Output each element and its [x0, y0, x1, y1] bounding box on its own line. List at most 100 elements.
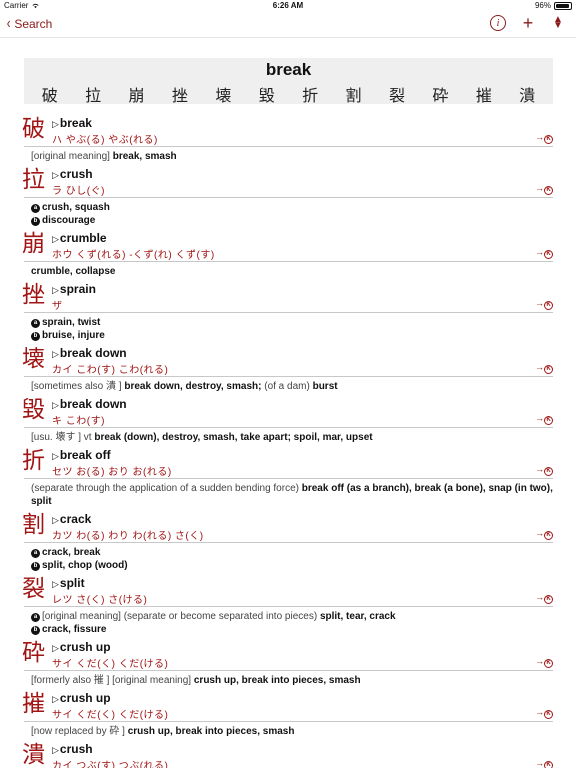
- entry-head: 壊 ▷break down カイ こわ(す) こわ(れる) → K: [22, 344, 553, 377]
- keyword-text: split: [59, 576, 85, 590]
- battery-icon: [554, 1, 572, 10]
- definition-line: a [original meaning] (separate or become …: [31, 610, 553, 623]
- k-circle-icon: K: [544, 467, 553, 476]
- kanji-index-item[interactable]: 拉: [85, 82, 101, 106]
- battery-percent: 96%: [534, 1, 551, 10]
- entry-definitions: [sometimes also 潰 ] break down, destroy,…: [24, 377, 553, 395]
- kanji-link-icon[interactable]: → K: [535, 132, 553, 144]
- back-button[interactable]: ‹ Search: [6, 16, 53, 32]
- entry-head: 摧 ▷crush up サイ くだ(く) くだ(ける) → K: [22, 689, 553, 722]
- definition-note: [formerly also 摧 ] [original meaning]: [31, 675, 192, 686]
- entry-definitions: a crush, squash b discourage: [24, 198, 553, 229]
- kanji-link-icon[interactable]: → K: [535, 247, 553, 259]
- kanji-entry[interactable]: 裂 ▷split レツ さ(く) さ(ける) → K a [original meaning…: [22, 574, 553, 638]
- kanji-index-item[interactable]: 砕: [432, 82, 448, 106]
- kanji-entry[interactable]: 潰 ▷crush カイ つぶ(す) つぶ(れる) → K: [22, 740, 553, 768]
- keyword-text: crumble: [59, 231, 107, 245]
- definition-note: [sometimes also 潰 ]: [31, 381, 122, 392]
- kanji-index-item[interactable]: 折: [302, 82, 318, 106]
- kanji-entry[interactable]: 拉 ▷crush ラ ひし(ぐ) → K a crush, squash b discourag…: [22, 165, 553, 229]
- kanji-link-icon[interactable]: → K: [535, 413, 553, 425]
- kanji-entry[interactable]: 折 ▷break off セツ お(る) おり お(れる) → K (separate t…: [22, 446, 553, 510]
- kanji-index-item[interactable]: 毀: [259, 82, 275, 106]
- kanji-link-icon[interactable]: → K: [535, 758, 553, 768]
- kanji-entry[interactable]: 挫 ▷sprain ザ → Ka sprain, twist b bruise, injure: [22, 280, 553, 344]
- plus-icon[interactable]: +: [520, 13, 536, 33]
- definition-line: [formerly also 摧 ] [original meaning] cr…: [31, 674, 553, 687]
- kanji-entry[interactable]: 崩 ▷crumble ホウ くず(れる) -くず(れ) くず(す) → K crumble…: [22, 229, 553, 280]
- keyword-triangle-icon: ▷: [52, 349, 59, 359]
- entry-head: 折 ▷break off セツ お(る) おり お(れる) → K: [22, 446, 553, 479]
- keyword-triangle-icon: ▷: [52, 285, 59, 295]
- k-circle-icon: K: [544, 301, 553, 310]
- kanji-index-item[interactable]: 挫: [172, 82, 188, 106]
- entry-keyword: ▷crush up: [52, 640, 111, 654]
- sense-b-icon: b: [31, 332, 40, 341]
- kanji-link-icon[interactable]: → K: [535, 707, 553, 719]
- kanji-link-icon[interactable]: → K: [535, 183, 553, 195]
- entry-head: 挫 ▷sprain ザ → K: [22, 280, 553, 313]
- keyword-text: crush: [59, 167, 93, 181]
- kanji-entry[interactable]: 割 ▷crack カツ わ(る) わり わ(れる) さ(く) → K a crack, br…: [22, 510, 553, 574]
- kanji-index-item[interactable]: 崩: [129, 82, 145, 106]
- k-circle-icon: K: [544, 250, 553, 259]
- entry-readings: カイ こわ(す) こわ(れる): [52, 365, 169, 376]
- kanji-entry[interactable]: 摧 ▷crush up サイ くだ(く) くだ(ける) → K [now replaced…: [22, 689, 553, 740]
- entry-readings: ホウ くず(れる) -くず(れ) くず(す): [52, 250, 215, 261]
- kanji-entry[interactable]: 破 ▷break ハ やぶ(る) やぶ(れる) → K [original meaning…: [22, 114, 553, 165]
- keyword-text: break: [59, 116, 92, 130]
- keyword-triangle-icon: ▷: [52, 579, 59, 589]
- kanji-link-icon[interactable]: → K: [535, 362, 553, 374]
- kanji-entry[interactable]: 砕 ▷crush up サイ くだ(く) くだ(ける) → K [formerly als…: [22, 638, 553, 689]
- k-circle-icon: K: [544, 710, 553, 719]
- entry-keyword: ▷crush up: [52, 691, 111, 705]
- keyword-text: crack: [59, 512, 92, 526]
- entry-kanji: 毀: [22, 397, 45, 423]
- definition-text: sprain, twist: [42, 317, 101, 328]
- sort-icon[interactable]: ▲ ▼: [550, 15, 566, 31]
- entry-head: 崩 ▷crumble ホウ くず(れる) -くず(れ) くず(す) → K: [22, 229, 553, 262]
- entry-kanji: 割: [22, 512, 45, 538]
- entry-keyword: ▷break off: [52, 448, 111, 462]
- sense-a-icon: a: [31, 613, 40, 622]
- kanji-entry[interactable]: 壊 ▷break down カイ こわ(す) こわ(れる) → K [sometimes …: [22, 344, 553, 395]
- definition-text: crush up, break into pieces, smash: [127, 726, 295, 737]
- entry-keyword: ▷crush: [52, 167, 93, 181]
- kanji-entry[interactable]: 毀 ▷break down キ こわ(す) → K [usu. 壊す ] vt break…: [22, 395, 553, 446]
- entry-keyword: ▷break: [52, 116, 92, 130]
- definition-line: b crack, fissure: [31, 623, 553, 636]
- kanji-index-item[interactable]: 潰: [519, 82, 535, 106]
- entry-definitions: (separate through the application of a s…: [24, 479, 553, 510]
- definition-text: crumble, collapse: [31, 266, 116, 277]
- definition-line: a sprain, twist: [31, 316, 553, 329]
- kanji-link-icon[interactable]: → K: [535, 656, 553, 668]
- definition-text: discourage: [42, 215, 96, 226]
- sense-a-icon: a: [31, 319, 40, 328]
- kanji-link-icon[interactable]: → K: [535, 298, 553, 310]
- keyword-triangle-icon: ▷: [52, 234, 59, 244]
- entry-kanji: 摧: [22, 691, 45, 717]
- entry-kanji: 拉: [22, 167, 45, 193]
- entry-readings: ラ ひし(ぐ): [52, 186, 105, 197]
- status-bar: Carrier 6:26 AM 96%: [0, 0, 576, 12]
- definition-text: crush up, break into pieces, smash: [193, 675, 361, 686]
- k-circle-icon: K: [544, 186, 553, 195]
- sense-a-icon: a: [31, 549, 40, 558]
- kanji-index-item[interactable]: 裂: [389, 82, 405, 106]
- kanji-index-item[interactable]: 破: [42, 82, 58, 106]
- kanji-index-item[interactable]: 摧: [476, 82, 492, 106]
- kanji-index-item[interactable]: 割: [346, 82, 362, 106]
- kanji-link-icon[interactable]: → K: [535, 592, 553, 604]
- definition-text: burst: [312, 381, 338, 392]
- kanji-index-item[interactable]: 壊: [215, 82, 231, 106]
- kanji-link-icon[interactable]: → K: [535, 528, 553, 540]
- entry-readings: サイ くだ(く) くだ(ける): [52, 710, 169, 721]
- battery-indicator: 96%: [535, 1, 572, 10]
- search-word: break: [265, 60, 312, 79]
- entry-readings: ハ やぶ(る) やぶ(れる): [52, 135, 158, 146]
- kanji-link-icon[interactable]: → K: [535, 464, 553, 476]
- entry-definitions: [original meaning] break, smash: [24, 147, 553, 165]
- entry-readings: キ こわ(す): [52, 416, 105, 427]
- keyword-text: crush: [59, 742, 93, 756]
- info-icon[interactable]: i: [490, 15, 506, 31]
